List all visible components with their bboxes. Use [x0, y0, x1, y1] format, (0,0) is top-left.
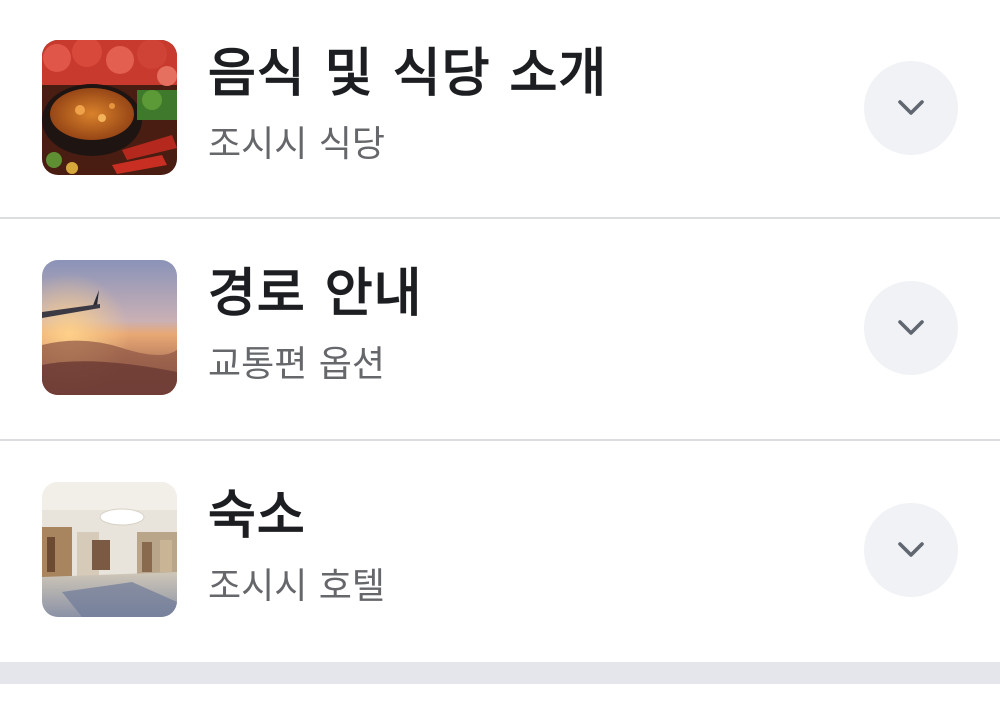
chevron-down-icon — [898, 100, 924, 115]
item-subtitle: 교통편 옵션 — [208, 344, 386, 385]
item-subtitle: 조시시 호텔 — [208, 566, 386, 607]
item-title: 음식 및 식당 소개 — [208, 44, 608, 104]
expand-button[interactable] — [864, 503, 958, 597]
airplane-thumbnail — [42, 260, 177, 395]
food-thumbnail — [42, 40, 177, 175]
list-item-directions[interactable]: 경로 안내 교통편 옵션 — [0, 220, 1000, 440]
chevron-down-icon — [898, 542, 924, 557]
item-subtitle: 조시시 식당 — [208, 124, 386, 165]
divider — [0, 217, 1000, 219]
hotel-thumbnail — [42, 482, 177, 617]
chevron-down-icon — [898, 320, 924, 335]
expand-button[interactable] — [864, 281, 958, 375]
list-item-food[interactable]: 음식 및 식당 소개 조시시 식당 — [0, 0, 1000, 220]
divider — [0, 439, 1000, 441]
expand-button[interactable] — [864, 61, 958, 155]
section-separator — [0, 662, 1000, 684]
list-item-lodging[interactable]: 숙소 조시시 호텔 — [0, 442, 1000, 662]
item-title: 숙소 — [208, 486, 306, 546]
item-title: 경로 안내 — [208, 264, 423, 324]
